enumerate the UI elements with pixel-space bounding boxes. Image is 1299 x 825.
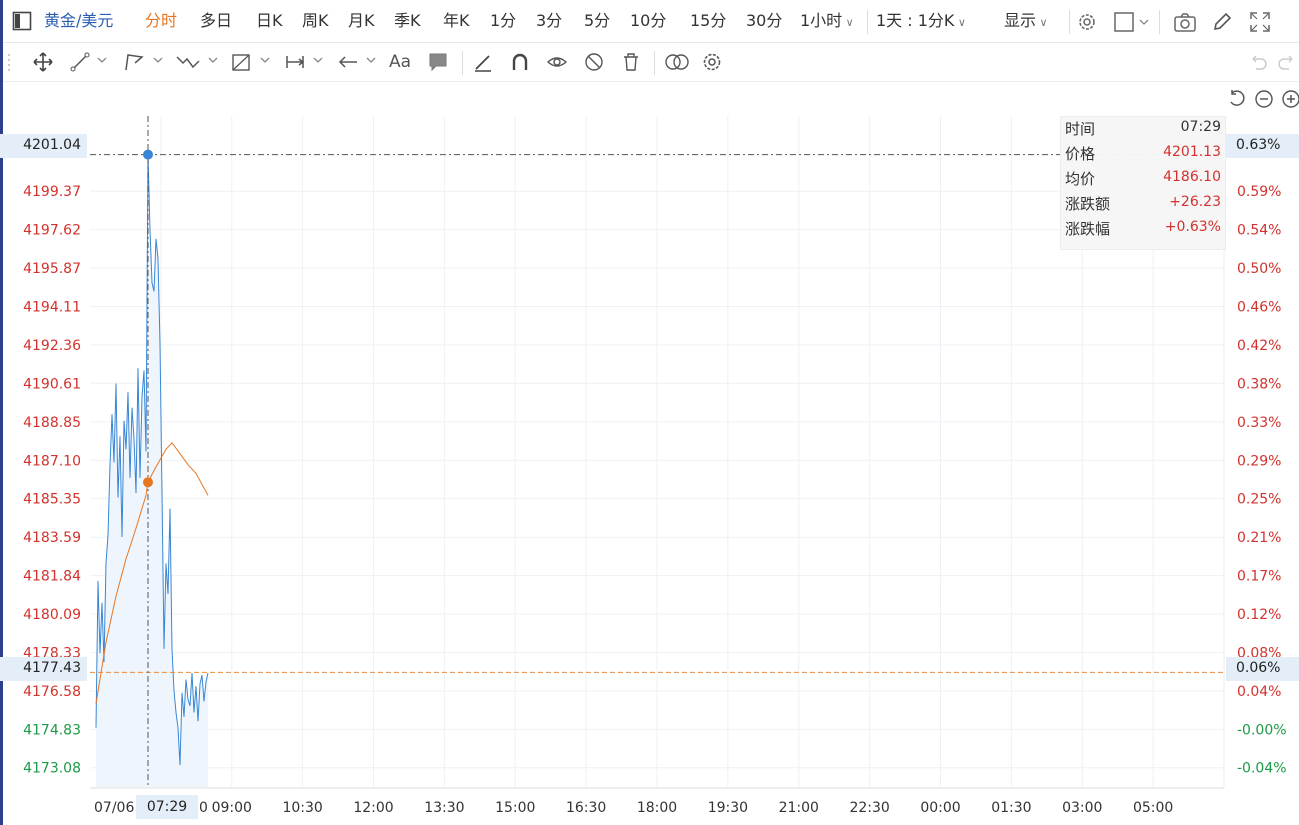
y-tick-label: 4194.11	[23, 300, 81, 316]
x-tick-label: 16:30	[566, 800, 606, 816]
y-tick-label: 4185.35	[23, 492, 81, 508]
y-tick-label: 4176.58	[23, 684, 81, 700]
percent-tick-label: 0.04%	[1237, 684, 1281, 700]
y-tick-label: 4187.10	[23, 453, 81, 469]
info-row: 涨跌额 +26.23	[1063, 193, 1223, 217]
info-row: 涨跌幅 +0.63%	[1063, 218, 1223, 242]
y-tick-label: 4199.37	[23, 184, 81, 200]
crosshair-time-label: 07:29	[136, 795, 198, 819]
x-tick-label: 05:00	[1133, 800, 1173, 816]
percent-tick-label: 0.25%	[1237, 492, 1281, 508]
percent-tick-label: 0.29%	[1237, 453, 1281, 469]
percent-tick-label: 0.42%	[1237, 338, 1281, 354]
x-tick-label: 12:00	[353, 800, 393, 816]
percent-tick-label: -0.00%	[1237, 722, 1287, 738]
x-tick-label: 15:00	[495, 800, 535, 816]
x-tick-label: 0	[199, 800, 208, 816]
info-row: 均价 4186.10	[1063, 168, 1223, 192]
percent-tick-label: 0.12%	[1237, 607, 1281, 623]
info-row: 时间 07:29	[1063, 118, 1223, 142]
crosshair-percent-label: 0.63%	[1226, 134, 1299, 158]
percent-tick-label: 0.50%	[1237, 261, 1281, 277]
y-tick-label: 4188.85	[23, 415, 81, 431]
x-tick-label: 19:30	[708, 800, 748, 816]
y-tick-label: 4174.83	[23, 722, 81, 738]
percent-tick-label: 0.59%	[1237, 184, 1281, 200]
x-tick-label: 22:30	[849, 800, 889, 816]
x-tick-label: 09:00	[212, 800, 252, 816]
info-key: 价格	[1065, 145, 1096, 163]
last-price-percent-label: 0.06%	[1226, 657, 1299, 681]
y-tick-label: 4192.36	[23, 338, 81, 354]
percent-tick-label: 0.17%	[1237, 569, 1281, 585]
x-tick-label: 07/06	[94, 800, 134, 816]
percent-tick-label: -0.04%	[1237, 761, 1287, 777]
info-panel: 时间 07:29 价格 4201.13 均价 4186.10 涨跌额 +26.23 涨跌幅 +0.…	[1060, 116, 1226, 250]
info-value: 07:29	[1180, 119, 1221, 135]
info-key: 涨跌额	[1065, 195, 1111, 213]
crosshair-price-label: 4201.04	[0, 134, 87, 158]
x-tick-label: 01:30	[991, 800, 1031, 816]
info-value: +0.63%	[1164, 219, 1221, 235]
info-row: 价格 4201.13	[1063, 143, 1223, 167]
percent-tick-label: 0.46%	[1237, 300, 1281, 316]
x-tick-label: 00:00	[920, 800, 960, 816]
y-tick-label: 4197.62	[23, 223, 81, 239]
x-tick-label: 10:30	[282, 800, 322, 816]
crosshair-average-dot	[143, 477, 153, 488]
info-value: 4201.13	[1163, 144, 1221, 160]
info-key: 均价	[1065, 170, 1096, 188]
x-tick-label: 21:00	[779, 800, 819, 816]
x-tick-label: 03:00	[1062, 800, 1102, 816]
percent-tick-label: 0.33%	[1237, 415, 1281, 431]
percent-tick-label: 0.38%	[1237, 376, 1281, 392]
y-tick-label: 4190.61	[23, 376, 81, 392]
info-key: 涨跌幅	[1065, 220, 1111, 238]
crosshair-price-dot	[143, 149, 153, 160]
x-tick-label: 13:30	[424, 800, 464, 816]
y-tick-label: 4173.08	[23, 761, 81, 777]
y-tick-label: 4195.87	[23, 261, 81, 277]
percent-tick-label: 0.21%	[1237, 530, 1281, 546]
y-tick-label: 4181.84	[23, 569, 81, 585]
info-value: +26.23	[1169, 194, 1221, 210]
percent-tick-label: 0.54%	[1237, 223, 1281, 239]
y-tick-label: 4180.09	[23, 607, 81, 623]
x-tick-label: 18:00	[637, 800, 677, 816]
info-key: 时间	[1065, 120, 1096, 138]
info-value: 4186.10	[1163, 169, 1221, 185]
last-price-label: 4177.43	[0, 657, 87, 681]
y-tick-label: 4183.59	[23, 530, 81, 546]
